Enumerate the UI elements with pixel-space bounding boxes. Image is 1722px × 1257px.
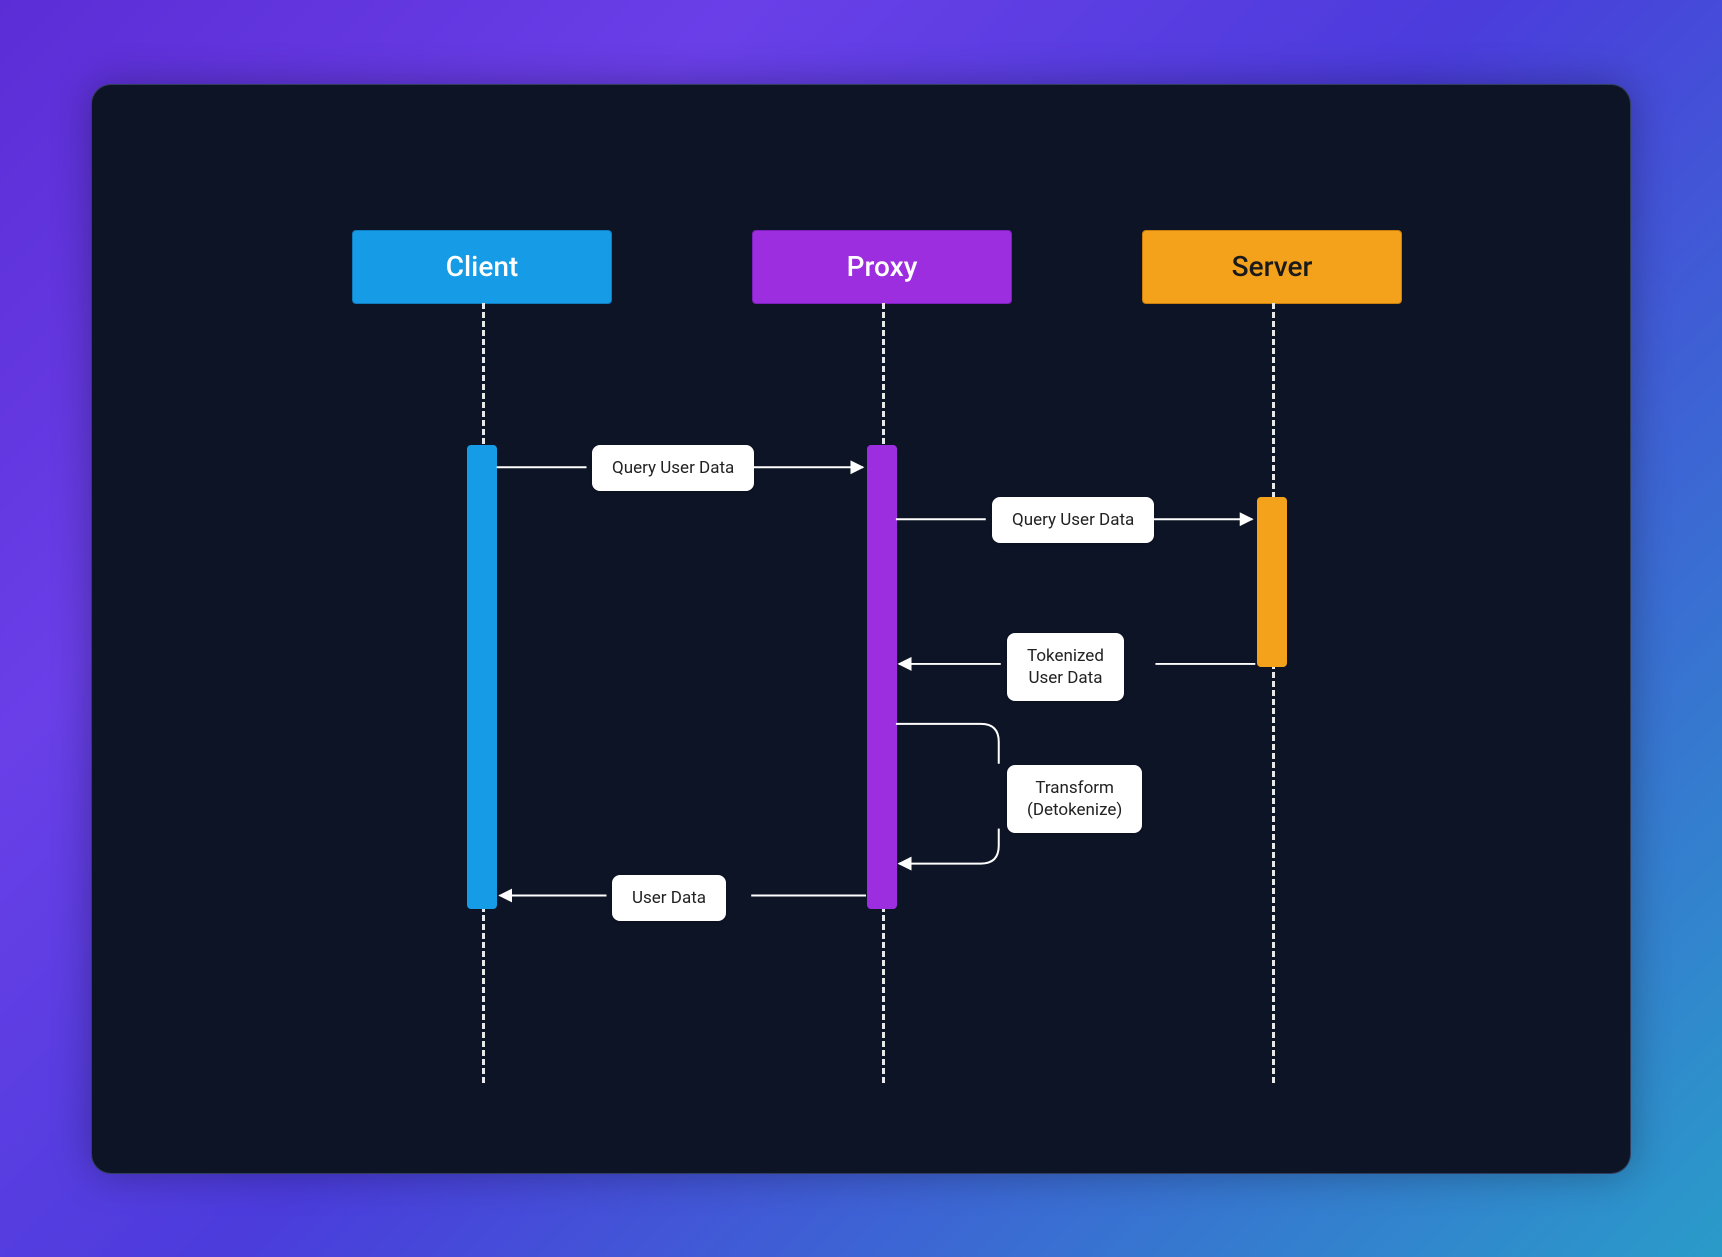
- lifeline-server: [1272, 303, 1275, 1083]
- msg-query-user-data-2: Query User Data: [992, 497, 1154, 543]
- msg-tokenized-user-data: Tokenized User Data: [1007, 633, 1124, 701]
- actor-server-label: Server: [1232, 250, 1313, 283]
- activation-proxy: [867, 445, 897, 909]
- diagram-panel: Client Proxy Server Query User Data Quer…: [91, 84, 1631, 1174]
- actor-proxy: Proxy: [752, 230, 1012, 304]
- arrow-m4-out: [896, 723, 999, 763]
- actor-client-label: Client: [446, 250, 518, 283]
- actor-server: Server: [1142, 230, 1402, 304]
- actor-proxy-label: Proxy: [847, 250, 918, 283]
- msg-query-user-data-1: Query User Data: [592, 445, 754, 491]
- msg-user-data: User Data: [612, 875, 726, 921]
- activation-client: [467, 445, 497, 909]
- arrow-m4-back: [899, 828, 999, 863]
- msg-transform-detokenize: Transform (Detokenize): [1007, 765, 1142, 833]
- actor-client: Client: [352, 230, 612, 304]
- activation-server: [1257, 497, 1287, 667]
